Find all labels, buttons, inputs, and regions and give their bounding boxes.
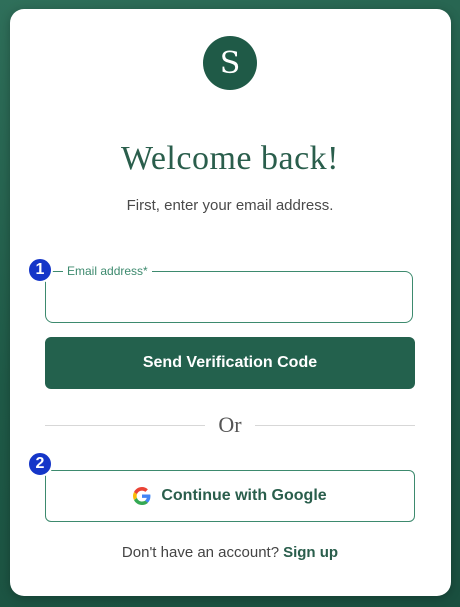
- email-field[interactable]: [45, 271, 413, 323]
- continue-with-google-label: Continue with Google: [161, 487, 327, 504]
- continue-with-google-button[interactable]: Continue with Google: [45, 470, 415, 522]
- annotation-marker-2-label: 2: [35, 455, 45, 472]
- signup-prompt: Don't have an account? Sign up: [0, 544, 460, 561]
- email-field-label: Email address*: [63, 264, 152, 278]
- page-subtitle: First, enter your email address.: [126, 197, 334, 214]
- logo-letter: S: [219, 45, 241, 81]
- page-title: Welcome back!: [120, 140, 340, 177]
- signup-prompt-text: Don't have an account?: [121, 544, 280, 561]
- annotation-marker-1: 1: [27, 257, 53, 283]
- brand-logo: S: [203, 36, 257, 90]
- email-input[interactable]: [46, 272, 412, 322]
- annotation-marker-2: 2: [27, 451, 53, 477]
- google-icon: [133, 487, 151, 505]
- send-verification-code-label: Send Verification Code: [142, 354, 318, 371]
- send-verification-code-button[interactable]: Send Verification Code: [45, 337, 415, 389]
- divider-or-text: Or: [218, 412, 242, 437]
- sign-up-link[interactable]: Sign up: [283, 544, 338, 561]
- annotation-marker-1-label: 1: [35, 261, 45, 278]
